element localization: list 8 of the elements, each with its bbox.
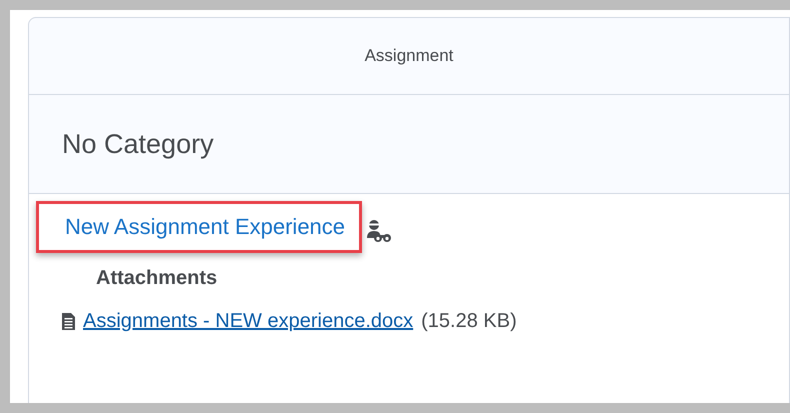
column-header: Assignment (364, 46, 454, 66)
document-icon (62, 313, 75, 330)
file-size: (15.28 KB) (421, 310, 517, 333)
attachments-heading: Attachments (95, 266, 218, 290)
user-glasses-icon (366, 219, 392, 243)
assignment-link[interactable]: New Assignment Experience (65, 214, 346, 239)
attachment-link[interactable]: Assignments - NEW experience.docx (83, 310, 414, 333)
category-title: No Category (62, 128, 214, 160)
